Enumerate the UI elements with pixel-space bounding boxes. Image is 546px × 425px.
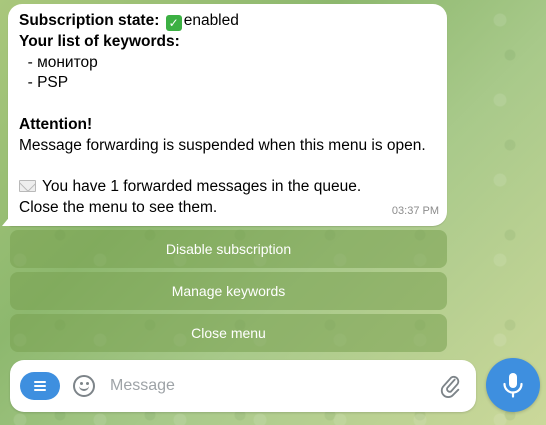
envelope-icon <box>19 180 36 193</box>
message-composer <box>10 360 476 412</box>
close-menu-button[interactable]: Close menu <box>10 314 447 352</box>
attention-text: Message forwarding is suspended when thi… <box>19 136 426 154</box>
message-input[interactable] <box>110 373 430 399</box>
close-hint: Close the menu to see them. <box>19 199 218 217</box>
microphone-icon <box>503 373 523 398</box>
keyword-item: - монитор <box>19 53 98 71</box>
menu-icon[interactable] <box>20 372 60 400</box>
bubble-tail <box>2 214 12 226</box>
check-mark-icon: ✓ <box>165 15 182 31</box>
keyword-item: - PSP <box>19 74 69 92</box>
manage-keywords-button[interactable]: Manage keywords <box>10 272 447 310</box>
subscription-value: enabled <box>183 12 239 29</box>
subscription-label: Subscription state: <box>19 12 160 29</box>
attention-label: Attention! <box>19 115 93 133</box>
paperclip-icon[interactable] <box>440 372 462 400</box>
queue-line: You have 1 forwarded messages in the que… <box>19 177 437 198</box>
queue-text: You have 1 forwarded messages in the que… <box>42 178 362 196</box>
bot-message-bubble: Subscription state: ✓ enabled Your list o… <box>2 4 447 226</box>
message-timestamp: 03:37 PM <box>391 205 439 218</box>
microphone-button[interactable] <box>486 358 540 412</box>
keywords-label: Your list of keywords: <box>19 32 180 50</box>
disable-subscription-button[interactable]: Disable subscription <box>10 230 447 268</box>
subscription-line: Subscription state: ✓ enabled <box>19 11 437 32</box>
smile-icon[interactable] <box>73 375 95 397</box>
